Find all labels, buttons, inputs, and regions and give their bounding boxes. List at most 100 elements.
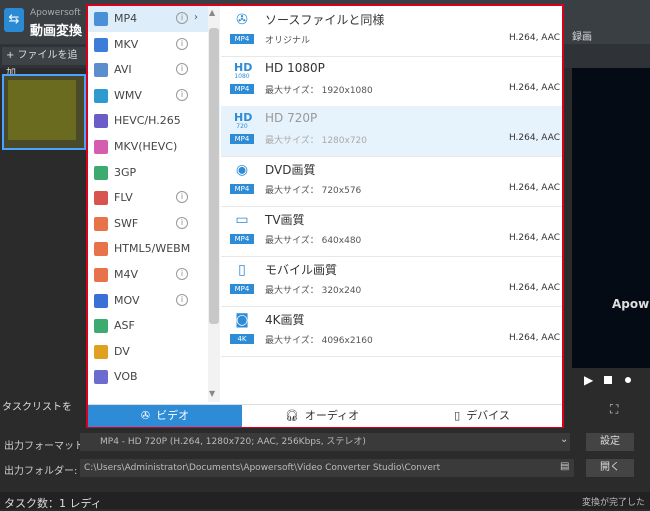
format-item[interactable]: FLV i	[88, 185, 208, 211]
tab-device[interactable]: ▯ デバイス	[402, 405, 562, 427]
format-item-label: SWF	[114, 216, 139, 230]
tab-video-label: ビデオ	[156, 409, 190, 422]
resolution-item[interactable]: HD 1080 MP4 HD 1080P 最大サイズ： 1920x1080 H.264, …	[221, 56, 562, 107]
resolution-item[interactable]: ▭ MP4 TV画質 最大サイズ： 640x480 H.264, AAC	[221, 206, 562, 257]
after-convert-checkbox[interactable]: 変換が完了した	[582, 495, 645, 508]
resolution-title: モバイル画質	[265, 263, 338, 277]
asf-icon	[94, 319, 108, 334]
resolution-codec: H.264, AAC	[508, 133, 560, 143]
format-badge: 4K	[230, 334, 254, 344]
preview-pane	[572, 68, 650, 368]
info-icon[interactable]: i	[176, 191, 188, 204]
chevron-down-icon[interactable]: ⌄	[560, 434, 568, 445]
timeline-handle[interactable]	[625, 377, 631, 383]
scroll-down-icon[interactable]: ▼	[209, 389, 215, 398]
info-icon[interactable]: i	[176, 268, 188, 280]
open-folder-button[interactable]: 開く	[586, 459, 634, 477]
task-list-clear-button[interactable]: タスクリストを	[2, 398, 72, 413]
flv-icon	[94, 191, 108, 206]
film-reel-icon: ✇	[140, 409, 151, 422]
mov-icon	[94, 293, 108, 308]
format-item[interactable]: ASF	[88, 313, 208, 339]
hd-glyph-sub: 720	[236, 123, 248, 130]
hd-glyph: HD 1080	[234, 61, 253, 81]
fullscreen-icon[interactable]: ⛶	[610, 402, 618, 417]
app-title: 動画変換	[30, 24, 83, 39]
format-item[interactable]: 3GP	[88, 160, 208, 186]
format-item[interactable]: HEVC/H.265	[88, 108, 208, 134]
resolution-codec: H.264, AAC	[508, 83, 560, 93]
app-logo-icon: ⇆	[4, 8, 24, 32]
info-icon[interactable]: i	[176, 63, 188, 76]
resolution-item[interactable]: ◙ 4K 4K画質 最大サイズ： 4096x2160 H.264, AAC	[221, 306, 562, 357]
scrollbar-thumb[interactable]	[209, 28, 219, 324]
play-icon[interactable]: ▶	[584, 373, 593, 387]
category-tabs: ✇ ビデオ 🎧︎ オーディオ ▯ デバイス	[88, 404, 562, 427]
resolution-title: DVD画質	[265, 163, 316, 177]
info-icon[interactable]: i	[176, 88, 188, 101]
hd-glyph-text: HD	[234, 111, 253, 124]
icon-glyph: ✇	[236, 12, 248, 28]
record-tab[interactable]: 録画	[572, 28, 592, 43]
icon-glyph: ◙	[235, 312, 249, 328]
hd-glyph-text: HD	[234, 61, 253, 74]
brand-label: Apowersoft	[30, 8, 81, 18]
format-item[interactable]: AVI i	[88, 57, 208, 83]
resolution-item[interactable]: HD 720 MP4 HD 720P 最大サイズ： 1280x720 H.264, AAC	[221, 106, 562, 157]
settings-button[interactable]: 設定	[586, 433, 634, 451]
format-item[interactable]: MKV i	[88, 32, 208, 58]
hd-glyph: HD 720	[234, 111, 253, 131]
format-item[interactable]: MP4 i ›	[88, 6, 208, 32]
mkv-icon	[94, 37, 108, 52]
format-item[interactable]: SWF i	[88, 211, 208, 237]
resolution-size: 最大サイズ： 4096x2160	[265, 336, 373, 346]
resolution-codec: H.264, AAC	[508, 283, 560, 293]
tab-video[interactable]: ✇ ビデオ	[88, 405, 242, 427]
format-item-label: MP4	[114, 12, 138, 25]
preview-watermark: Apow	[612, 297, 650, 311]
resolution-item[interactable]: ▯ MP4 モバイル画質 最大サイズ： 320x240 H.264, AAC	[221, 256, 562, 307]
output-folder-field[interactable]: C:\Users\Administrator\Documents\Apowers…	[80, 459, 574, 477]
format-item[interactable]: MOV i	[88, 288, 208, 314]
format-item[interactable]: WMV i	[88, 83, 208, 109]
mkv-hevc-icon	[94, 140, 108, 154]
resolution-title: TV画質	[265, 213, 305, 227]
format-item[interactable]: VOB	[88, 364, 208, 390]
film-reel-icon: ✇ MP4	[230, 12, 254, 44]
resolution-item[interactable]: ✇ MP4 ソースファイルと同様 オリジナル H.264, AAC	[221, 6, 562, 57]
output-folder-label: 出力フォルダー:	[4, 466, 78, 477]
add-file-button[interactable]: + ファイルを追加	[2, 47, 86, 79]
device-icon: ▯	[454, 409, 461, 422]
format-item-label: AVI	[114, 63, 132, 77]
info-icon[interactable]: i	[176, 216, 188, 229]
hevc-icon	[94, 114, 108, 129]
m4v-icon	[94, 268, 108, 282]
format-item-label: VOB	[114, 370, 138, 384]
3gp-icon	[94, 165, 108, 180]
format-item-label: MKV	[114, 37, 139, 51]
format-item[interactable]: M4V i	[88, 262, 208, 288]
icon-glyph: ▭	[235, 212, 249, 228]
stop-icon[interactable]	[604, 376, 612, 384]
resolution-title: ソースファイルと同様	[265, 13, 385, 27]
scroll-up-icon[interactable]: ▲	[209, 8, 215, 17]
thumbnail-image	[8, 80, 76, 140]
info-icon[interactable]: i	[176, 37, 188, 50]
format-item-label: M4V	[114, 268, 139, 281]
format-item[interactable]: MKV(HEVC)	[88, 134, 208, 160]
info-icon[interactable]: i	[176, 293, 188, 306]
tab-audio[interactable]: 🎧︎ オーディオ	[242, 405, 402, 427]
tab-device-label: デバイス	[466, 409, 510, 422]
output-format-select[interactable]: MP4 - HD 720P (H.264, 1280x720; AAC, 256…	[80, 433, 570, 451]
format-item-label: WMV	[114, 88, 142, 102]
swf-icon	[94, 216, 108, 231]
format-item[interactable]: HTML5/WEBM	[88, 236, 208, 262]
folder-icon[interactable]: ▤	[560, 461, 569, 472]
format-item[interactable]: DV	[88, 339, 208, 365]
resolution-item[interactable]: ◉ MP4 DVD画質 最大サイズ： 720x576 H.264, AAC	[221, 156, 562, 207]
format-list: MP4 i › MKV i AVI i WMV i HEVC/H.265 MKV(HEVC) 3GP F…	[88, 6, 209, 402]
format-badge: MP4	[230, 284, 254, 294]
icon-glyph: ▯	[238, 262, 246, 278]
info-icon[interactable]: i	[176, 12, 188, 24]
output-format-label: 出力フォーマット:	[4, 441, 88, 452]
